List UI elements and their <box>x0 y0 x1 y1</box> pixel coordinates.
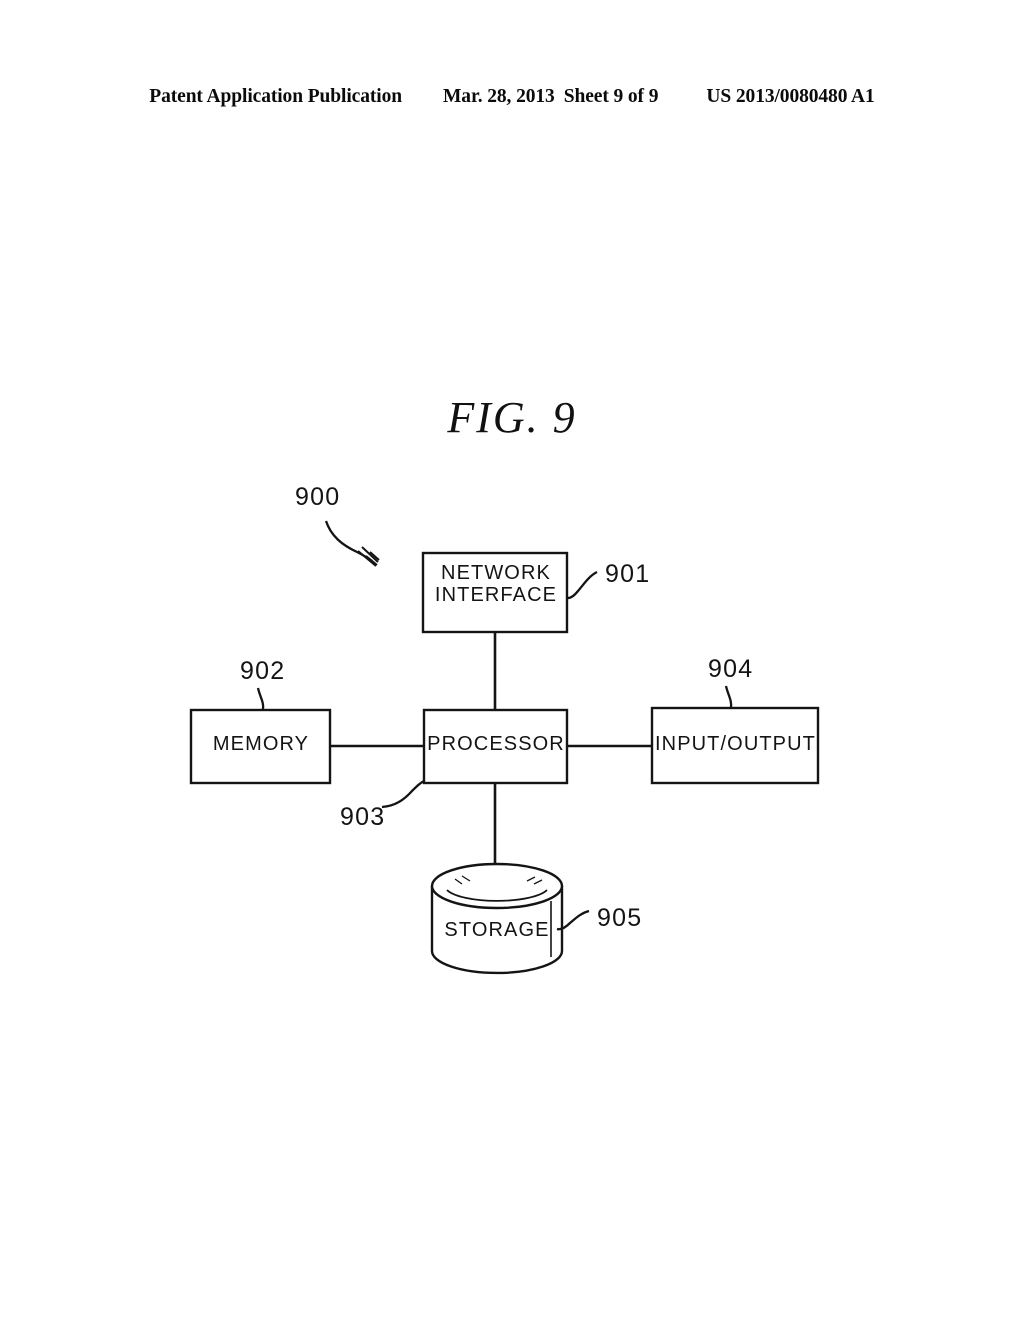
node-input-output[interactable] <box>650 706 820 785</box>
input-output-box[interactable] <box>650 706 820 785</box>
ref-numeral-900: 900 <box>295 483 341 511</box>
node-network-interface[interactable] <box>421 551 569 634</box>
leader-900 <box>324 520 380 567</box>
leader-901 <box>567 570 598 600</box>
leader-904 <box>724 685 733 709</box>
block-diagram-canvas <box>189 520 820 975</box>
leader-900-arrowhead <box>357 546 380 567</box>
processor-box[interactable] <box>422 708 569 785</box>
ref-numeral-903: 903 <box>340 803 386 831</box>
node-processor[interactable] <box>422 708 569 785</box>
memory-box[interactable] <box>189 708 332 785</box>
node-memory[interactable] <box>189 708 332 785</box>
leader-900-curve <box>324 520 373 562</box>
figure-9: FIG. 9 NETWORK INTERFACE MEMORY PROCESSO… <box>0 0 1024 1320</box>
network-interface-box[interactable] <box>421 551 569 634</box>
node-storage[interactable] <box>430 862 564 975</box>
ref-numeral-904: 904 <box>708 655 754 683</box>
leader-902 <box>256 687 265 710</box>
ref-numeral-901: 901 <box>605 560 651 588</box>
leader-903 <box>381 779 425 809</box>
ref-numeral-902: 902 <box>240 657 286 685</box>
ref-numeral-905: 905 <box>597 904 643 932</box>
